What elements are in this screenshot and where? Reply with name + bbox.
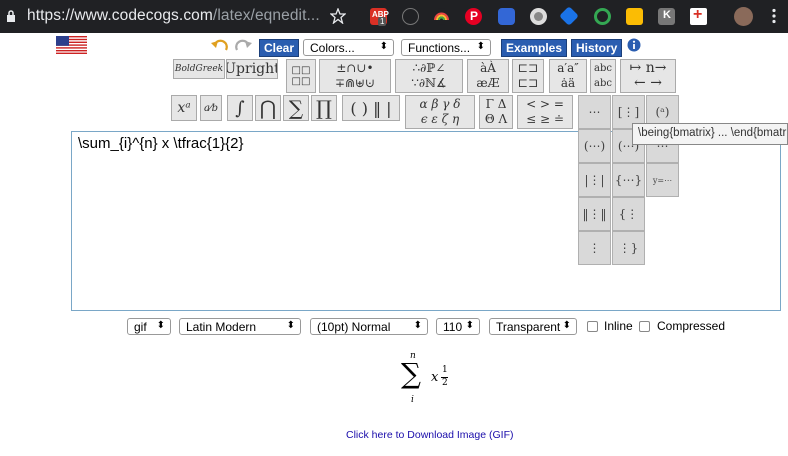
functions-select[interactable]: Functions... ⬍ [401, 39, 491, 56]
format-value: gif [134, 320, 147, 334]
bigcap-button[interactable]: ⋂ [255, 95, 281, 121]
arrow-symbols-button[interactable]: ↦ n→ ← → [620, 59, 676, 93]
sum-button[interactable]: ∑ [283, 95, 309, 121]
dpi-value: 110 [443, 320, 463, 334]
fraction-button[interactable]: a⁄b [200, 95, 222, 121]
preview-variable: x [431, 370, 439, 385]
stack-extension-icon[interactable] [626, 8, 643, 25]
browser-address-bar: https://www.codecogs.com/latex/eqnedit..… [0, 0, 788, 33]
select-arrow-icon: ⬍ [562, 320, 571, 331]
background-value: Transparent [496, 320, 561, 334]
plus-extension-icon[interactable]: + [690, 6, 707, 25]
gray-extension-icon[interactable]: K [658, 8, 675, 25]
fraction-denominator: 2 [442, 378, 448, 388]
history-button[interactable]: History [571, 39, 623, 57]
dpi-select[interactable]: 110 ⬍ [436, 318, 480, 335]
us-flag-icon[interactable] [56, 36, 87, 54]
greek-upper-button[interactable]: Γ ΔΘ Λ [479, 95, 513, 129]
operator-symbols-button[interactable]: ±∩∪• ∓⋒⊎⊍ [319, 59, 391, 93]
select-arrow-icon: ⬍ [465, 320, 474, 331]
inline-checkbox[interactable] [587, 321, 598, 332]
upright-button[interactable]: Upright [226, 59, 278, 79]
sum-lower-limit: i [411, 395, 414, 405]
equation-preview: n ∑ i x 1 2 [398, 351, 468, 411]
blue-extension-icon[interactable] [498, 8, 515, 25]
accent-symbols-button[interactable]: àÀ æÆ [467, 59, 509, 93]
select-arrow-icon: ⬍ [413, 320, 422, 331]
vmatrix-button[interactable]: |⋮| [578, 163, 611, 197]
Vmatrix-button[interactable]: ‖⋮‖ [578, 197, 611, 231]
menu-dots-icon[interactable] [771, 8, 777, 24]
editor-page: Clear Colors... ⬍ Functions... ⬍ Examples … [0, 33, 788, 456]
font-value: Latin Modern [186, 320, 257, 334]
format-select[interactable]: gif ⬍ [127, 318, 171, 335]
delimiter-button[interactable]: ( ) ‖ | [342, 95, 400, 121]
tooltip: \being{bmatrix} ... \end{bmatrix} [632, 123, 788, 145]
inline-label: Inline [604, 319, 633, 333]
functions-value: Functions... [408, 41, 471, 55]
compressed-checkbox[interactable] [639, 321, 650, 332]
relation-symbols-button[interactable]: < > = ≤ ≥ ≐ [517, 95, 573, 129]
box-symbols-button[interactable]: □□ □□ [286, 59, 316, 93]
font-select[interactable]: Latin Modern ⬍ [179, 318, 301, 335]
background-select[interactable]: Transparent ⬍ [489, 318, 577, 335]
prime-accents-button[interactable]: a′a″ ȧä [549, 59, 587, 93]
bookmark-star-icon[interactable] [330, 8, 346, 24]
equation-array-button[interactable]: y=⋯ [646, 163, 679, 197]
rainbow-extension-icon[interactable] [433, 8, 450, 25]
compressed-label: Compressed [657, 319, 726, 333]
pinterest-icon[interactable]: P [465, 8, 482, 25]
colors-value: Colors... [310, 41, 355, 55]
url-main: https://www.codecogs.com [27, 7, 213, 24]
select-arrow-icon: ⬍ [286, 320, 295, 331]
url-path: /latex/eqnedit... [212, 7, 320, 24]
matrix-rbrace-button[interactable]: ⋮} [612, 231, 645, 265]
url-field[interactable]: https://www.codecogs.com/latex/eqnedit..… [27, 7, 320, 25]
cases-button[interactable]: {⋮ [612, 197, 645, 231]
bracematrix-button[interactable]: {⋯} [612, 163, 645, 197]
select-arrow-icon: ⬍ [156, 320, 165, 331]
greek-lower-button[interactable]: α β γ δϵ ε ζ η [405, 95, 475, 129]
examples-button[interactable]: Examples [501, 39, 568, 57]
info-extension-icon[interactable] [402, 8, 419, 25]
pmatrix-button[interactable]: (⋯) [578, 129, 611, 163]
undo-icon[interactable] [210, 38, 230, 53]
matrix-col-button[interactable]: ⋮ [578, 231, 611, 265]
overline-abc-button[interactable]: abc abc [590, 59, 616, 93]
info-icon[interactable] [627, 38, 641, 52]
download-link[interactable]: Click here to Download Image (GIF) [346, 429, 513, 441]
logic-symbols-button[interactable]: ∴∂ℙ∠ ∵∂ℕ∡ [395, 59, 463, 93]
bracket-box-button[interactable]: ⊏⊐ ⊏⊐ [512, 59, 544, 93]
circle-extension-icon[interactable] [530, 8, 547, 25]
lock-icon [7, 10, 15, 22]
select-arrow-icon: ⬍ [379, 41, 388, 52]
profile-avatar[interactable] [734, 7, 753, 26]
matrix-dots-button[interactable]: ⋯ [578, 95, 611, 129]
size-select[interactable]: (10pt) Normal ⬍ [310, 318, 428, 335]
extension-badge: 1 [378, 17, 387, 26]
diamond-extension-icon[interactable] [559, 6, 579, 26]
sum-symbol: ∑ [401, 357, 421, 390]
green-ring-extension-icon[interactable] [594, 8, 611, 25]
fraction-numerator: 1 [442, 365, 448, 375]
adblock-extension-icon[interactable]: ABP 1 [370, 8, 389, 26]
select-arrow-icon: ⬍ [476, 41, 485, 52]
superscript-button[interactable]: xᵃ [171, 95, 197, 121]
product-button[interactable]: ∏ [311, 95, 337, 121]
integral-button[interactable]: ∫ [227, 95, 253, 121]
boldgreek-button[interactable]: BoldGreek [173, 59, 225, 79]
colors-select[interactable]: Colors... ⬍ [303, 39, 394, 56]
size-value: (10pt) Normal [317, 320, 391, 334]
redo-icon[interactable] [233, 38, 253, 53]
clear-button[interactable]: Clear [259, 39, 300, 57]
